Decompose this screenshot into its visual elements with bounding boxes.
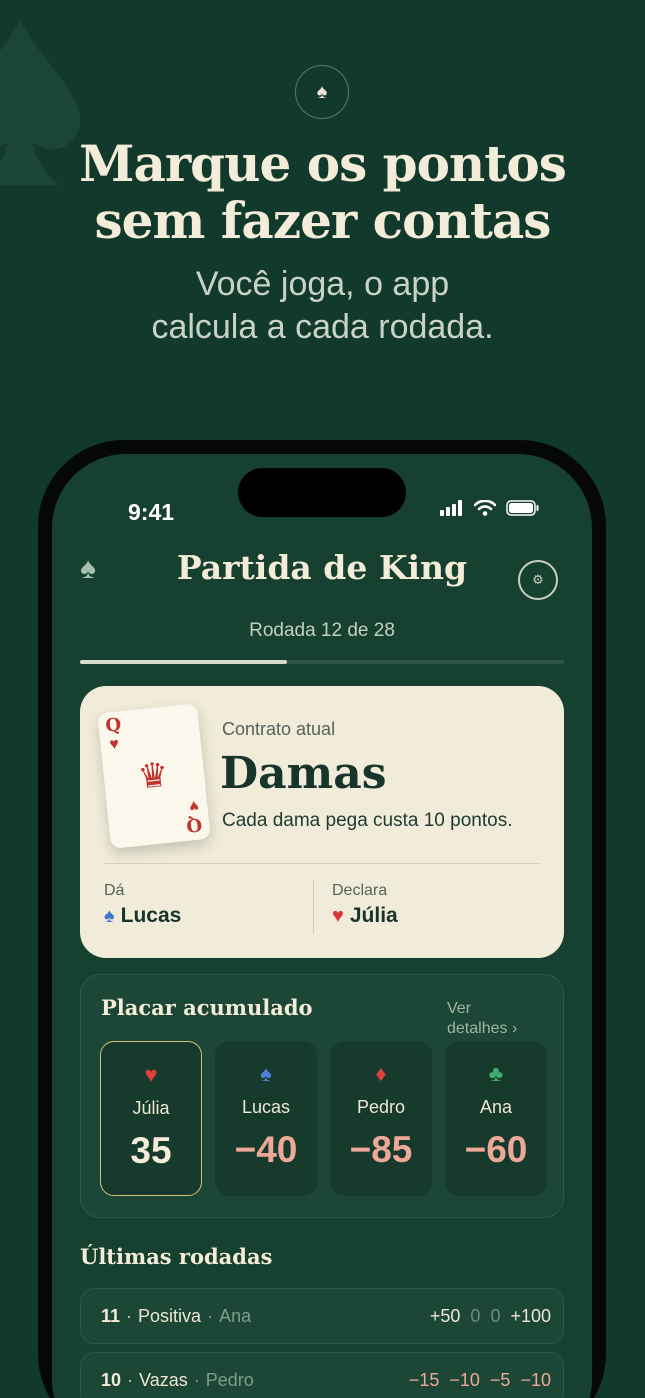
battery-icon [506, 500, 539, 516]
suit-icon: ♣ [488, 1061, 504, 1086]
divider [104, 863, 540, 864]
round-value: −15 [408, 1369, 440, 1390]
card-rank: Q [185, 813, 204, 836]
playing-card-queen-hearts: Q ♥ ♛ ♥ Q [97, 703, 211, 849]
round-indicator: Rodada 12 de 28 [249, 620, 395, 641]
player-score: −60 [464, 1129, 528, 1170]
heart-icon: ♥ [187, 796, 200, 815]
suit-icon: ♠ [260, 1061, 272, 1086]
round-progress-fill [80, 660, 288, 664]
view-details-link[interactable]: Ver detalhes › [447, 999, 547, 1039]
round-number: 10 [101, 1369, 122, 1390]
round-game: Vazas [139, 1369, 188, 1390]
scoreboard: Placar acumulado Ver detalhes › ♥ Júlia … [80, 974, 564, 1218]
player-name: Ana [479, 1097, 513, 1117]
round-values: −15 −10 −5 −10 [409, 1370, 551, 1391]
suit-icon: ♦ [375, 1061, 387, 1086]
heart-icon: ♥ [108, 735, 120, 754]
status-time: 9:41 [128, 499, 175, 525]
contract-name: Damas [220, 748, 387, 799]
spade-icon: ♠ [104, 904, 115, 927]
hero-subtitle: Você joga, o app calcula a cada rodada. [151, 265, 494, 346]
round-value: 0 [490, 1305, 501, 1326]
app-header: ♠ Partida de King ⚙ [52, 540, 592, 600]
player-scores: ♥ Júlia 35 ♠ Lucas −40 ♦ Pedro −85 ♣ Ana [100, 1041, 547, 1196]
recent-rounds-title: Últimas rodadas [80, 1244, 273, 1269]
phone-screen: 9:41 ♠ Partida de King ⚙ Rodada 12 de 28… [52, 454, 592, 1398]
contract-description: Cada dama pega custa 10 pontos. [222, 810, 513, 831]
declarer-info: Declara ♥ Júlia [332, 882, 398, 928]
page-title: Partida de King [176, 548, 468, 587]
separator: · [193, 1369, 200, 1390]
separator: · [127, 1369, 134, 1390]
phone-frame: 9:41 ♠ Partida de King ⚙ Rodada 12 de 28… [38, 440, 606, 1398]
round-value: 0 [470, 1305, 481, 1326]
divider [313, 880, 314, 934]
player-name: Júlia [132, 1098, 170, 1118]
round-player: Ana [219, 1305, 252, 1326]
player-name: Lucas [241, 1097, 291, 1117]
current-contract-card[interactable]: Q ♥ ♛ ♥ Q Contrato atual Damas Cada dama… [80, 686, 564, 958]
dealer-info: Dá ♠ Lucas [104, 882, 181, 928]
declarer-value: ♥ Júlia [332, 904, 398, 928]
scoreboard-title: Placar acumulado [101, 995, 313, 1020]
separator: · [126, 1305, 133, 1326]
signal-icon [440, 500, 462, 516]
round-value: −5 [489, 1369, 511, 1390]
spade-icon: ♠ [295, 65, 349, 119]
round-number: 11 [101, 1305, 121, 1326]
round-row[interactable]: 10 · Vazas · Pedro −15 −10 −5 −10 [80, 1352, 564, 1398]
player-score: −40 [234, 1129, 298, 1170]
round-value: −10 [449, 1369, 480, 1390]
settings-button[interactable]: ⚙ [518, 560, 558, 600]
suit-icon: ♥ [144, 1062, 158, 1087]
heart-icon: ♥ [332, 904, 344, 927]
player-score-card[interactable]: ♠ Lucas −40 [215, 1041, 317, 1196]
player-score-card[interactable]: ♣ Ana −60 [445, 1041, 547, 1196]
round-values: +50 0 0 +100 [430, 1306, 551, 1327]
wifi-icon [474, 500, 496, 516]
player-score: −85 [349, 1129, 413, 1170]
card-rank: Q [104, 714, 123, 737]
declarer-label: Declara [332, 882, 388, 899]
round-value: −10 [520, 1369, 551, 1390]
separator: · [207, 1305, 214, 1326]
hero-title: Marque os pontos sem fazer contas [79, 134, 567, 250]
round-progress-bar [80, 660, 564, 664]
dealer-value: ♠ Lucas [104, 904, 181, 928]
crown-icon: ♛ [136, 755, 171, 797]
dynamic-island [238, 468, 406, 517]
contract-label: Contrato atual [222, 719, 336, 739]
player-score: 35 [130, 1130, 172, 1171]
player-score-card[interactable]: ♦ Pedro −85 [330, 1041, 432, 1196]
round-value: +100 [510, 1305, 551, 1326]
status-icons [440, 500, 540, 516]
dealer-label: Dá [104, 882, 125, 899]
player-name: Pedro [356, 1097, 406, 1117]
round-value: +50 [429, 1305, 461, 1326]
round-player: Pedro [205, 1369, 254, 1390]
dealer-name: Lucas [120, 904, 182, 927]
round-game: Positiva [138, 1305, 202, 1326]
gear-icon: ⚙ [532, 572, 544, 587]
declarer-name: Júlia [349, 904, 398, 927]
player-score-card[interactable]: ♥ Júlia 35 [100, 1041, 202, 1196]
round-row[interactable]: 11 · Positiva · Ana +50 0 0 +100 [80, 1288, 564, 1344]
